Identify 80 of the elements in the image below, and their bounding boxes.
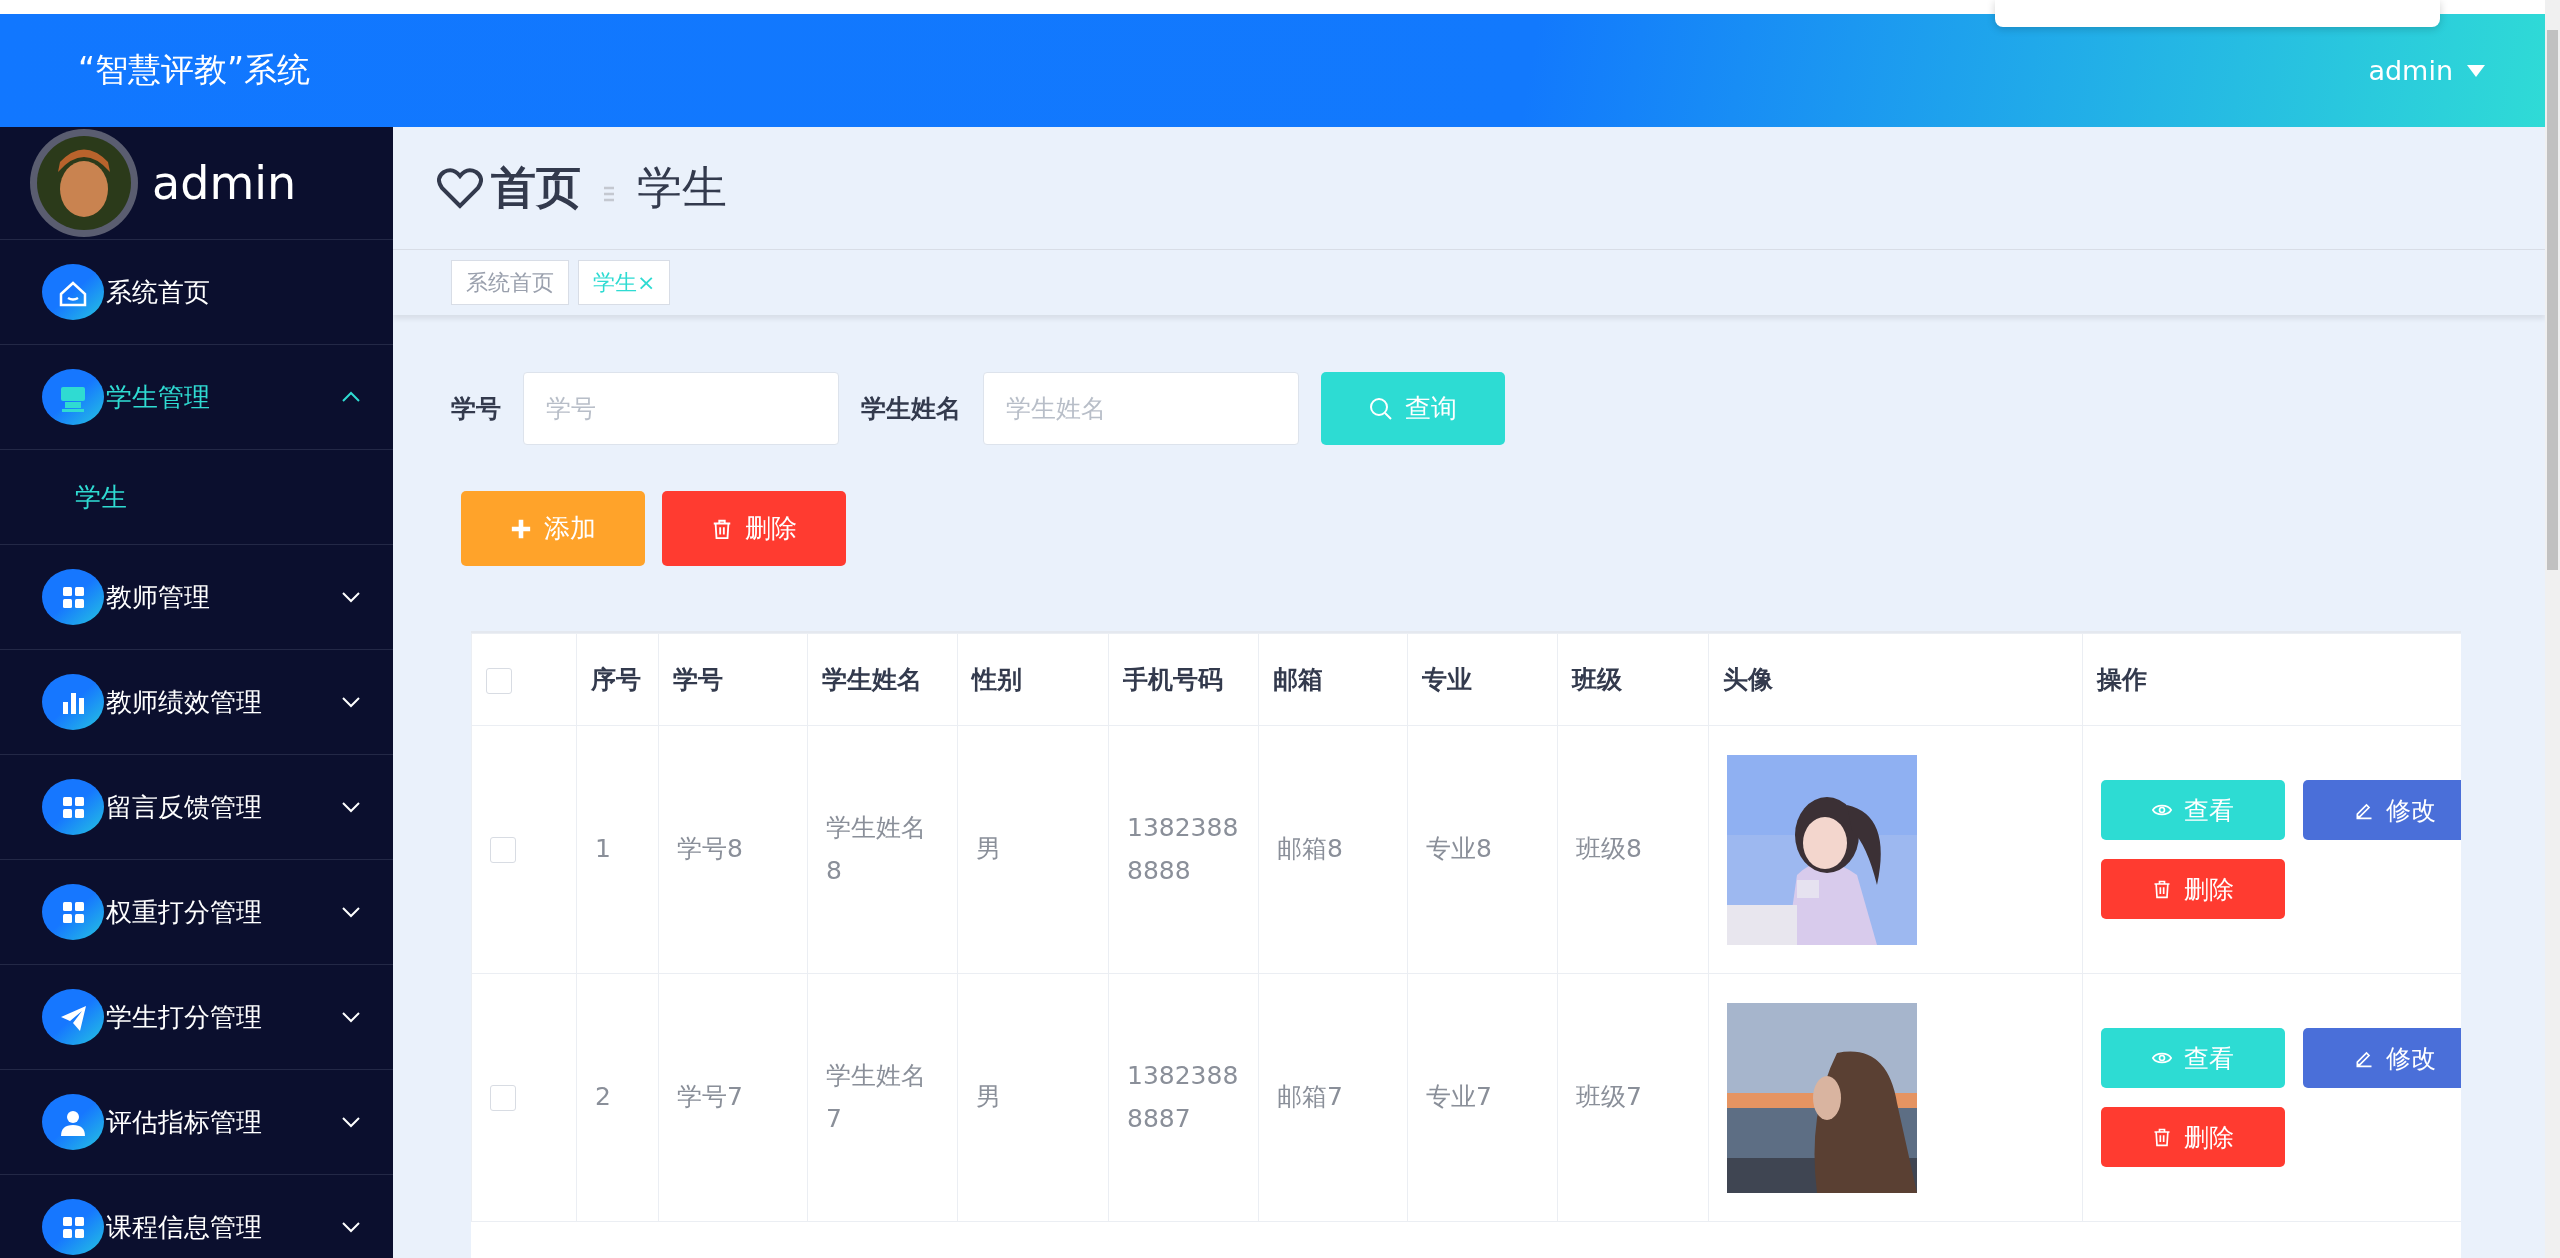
search-icon: [1369, 396, 1393, 421]
trash-icon: [711, 517, 733, 540]
column-header: 专业: [1407, 633, 1558, 726]
caret-icon: [2467, 64, 2485, 77]
table-cell: 学号7: [677, 1082, 743, 1112]
trash-icon: [2152, 879, 2172, 899]
grid-icon: [42, 1199, 104, 1255]
edit-button[interactable]: 修改: [2303, 1028, 2461, 1088]
column-header: 性别: [957, 633, 1109, 726]
delete-button[interactable]: 删除: [2101, 859, 2285, 919]
separator-icon: [603, 186, 615, 202]
table-cell: 学号8: [677, 834, 743, 864]
table-cell: 邮箱8: [1277, 834, 1343, 864]
column-header: 邮箱: [1258, 633, 1408, 726]
column-header: 学生姓名: [807, 633, 958, 726]
breadcrumb-current: 学生: [637, 160, 727, 216]
chevron-down-icon: [341, 1010, 361, 1024]
menu-item[interactable]: 教师管理: [0, 545, 393, 650]
menu-item[interactable]: 系统首页: [0, 240, 393, 345]
chevron-down-icon: [341, 1115, 361, 1129]
shop-icon: [42, 369, 104, 425]
edit-button[interactable]: 修改: [2303, 780, 2461, 840]
search-field[interactable]: 学号: [523, 372, 839, 445]
chevron-down-icon: [341, 800, 361, 814]
checkbox[interactable]: [490, 837, 516, 864]
eye-icon: [2152, 803, 2172, 817]
menu-item[interactable]: 教师绩效管理: [0, 650, 393, 755]
menu-item[interactable]: 权重打分管理: [0, 860, 393, 965]
search-field[interactable]: 学生姓名: [983, 372, 1299, 445]
delete-button[interactable]: 删除: [662, 491, 846, 566]
app-title: “智慧评教”系统: [78, 49, 311, 91]
table-cell: 班级7: [1576, 1082, 1642, 1112]
table-cell: 男: [976, 834, 1001, 864]
table-cell: 专业8: [1426, 834, 1492, 864]
grid-icon: [42, 884, 104, 940]
bar-chart-icon: [42, 674, 104, 730]
column-header: 手机号码: [1108, 633, 1259, 726]
column-header: 班级: [1557, 633, 1709, 726]
breadcrumb-home[interactable]: 首页: [491, 158, 581, 218]
chevron-up-icon: [341, 390, 361, 404]
table-cell: 2: [595, 1082, 611, 1112]
table-cell: 13823888888: [1127, 813, 1239, 885]
table-cell: 邮箱7: [1277, 1082, 1343, 1112]
column-header: 头像: [1708, 633, 2083, 726]
grid-icon: [42, 779, 104, 835]
column-header: 序号: [576, 633, 659, 726]
paper-plane-icon: [42, 989, 104, 1045]
menu-item[interactable]: 课程信息管理: [0, 1175, 393, 1258]
chevron-down-icon: [341, 1220, 361, 1234]
menu-item[interactable]: 学生管理: [0, 345, 393, 450]
table-cell: 专业7: [1426, 1082, 1492, 1112]
table-cell: 13823888887: [1127, 1061, 1239, 1133]
plus-icon: [510, 517, 532, 540]
field-label: 学生姓名: [861, 393, 961, 425]
column-header: 操作: [2082, 633, 2461, 726]
user-name: admin: [152, 156, 297, 210]
table-cell: 男: [976, 1082, 1001, 1112]
house-icon: [42, 264, 104, 320]
table-cell: 学生姓名7: [826, 1061, 926, 1133]
trash-icon: [2152, 1127, 2172, 1147]
checkbox[interactable]: [490, 1085, 516, 1112]
field-label: 学号: [451, 393, 501, 425]
page-tab[interactable]: 系统首页: [451, 260, 569, 305]
checkbox[interactable]: [486, 668, 512, 694]
scrollbar[interactable]: [2545, 0, 2560, 1258]
eye-icon: [2152, 1051, 2172, 1065]
menu-item[interactable]: 学生打分管理: [0, 965, 393, 1070]
menu-item[interactable]: 留言反馈管理: [0, 755, 393, 860]
menu-item[interactable]: 评估指标管理: [0, 1070, 393, 1175]
table-cell: 1: [595, 834, 611, 864]
chevron-down-icon: [341, 590, 361, 604]
table-cell: 学生姓名8: [826, 813, 926, 885]
chevron-down-icon: [341, 905, 361, 919]
delete-button[interactable]: 删除: [2101, 1107, 2285, 1167]
grid-icon: [42, 569, 104, 625]
column-header: 学号: [658, 633, 808, 726]
table-cell: 班级8: [1576, 834, 1642, 864]
person-icon: [42, 1094, 104, 1150]
heart-icon: [437, 167, 483, 209]
chevron-down-icon: [341, 695, 361, 709]
